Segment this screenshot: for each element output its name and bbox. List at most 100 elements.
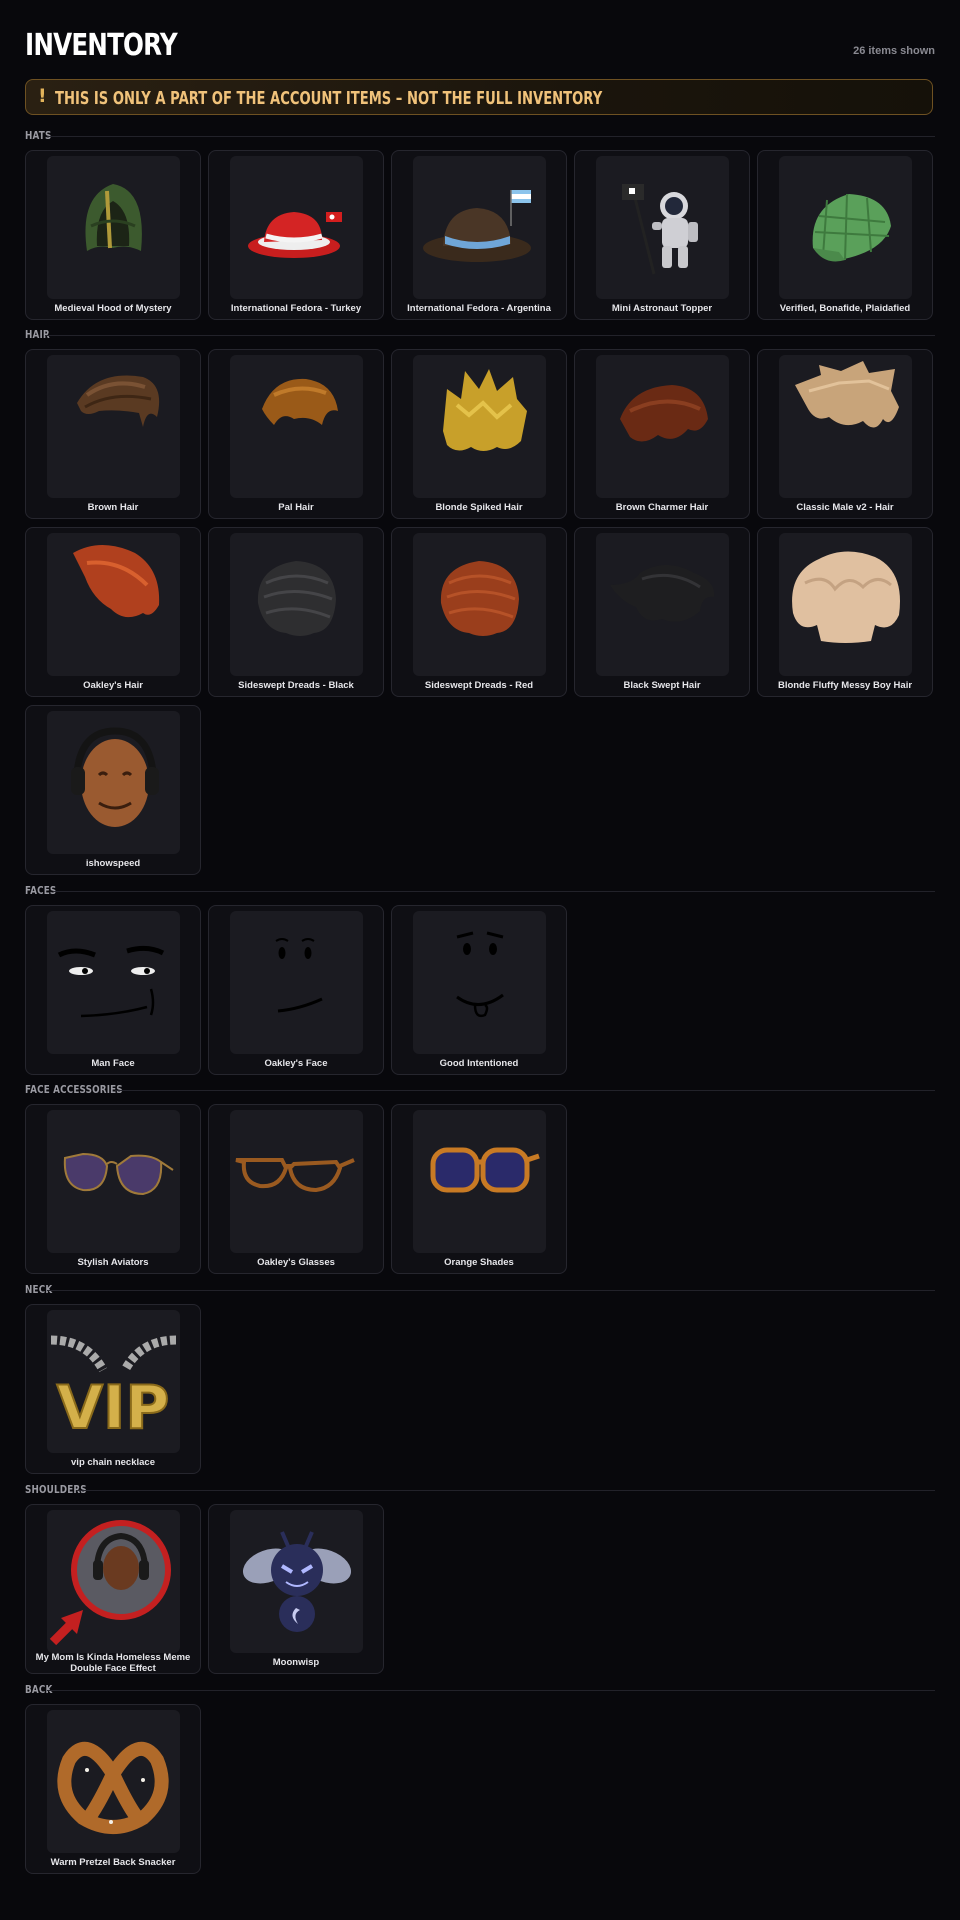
item-name: Sideswept Dreads - Black — [238, 680, 354, 691]
hair-icon — [620, 385, 708, 442]
item-card[interactable]: Brown Hair — [25, 349, 201, 519]
section-divider — [47, 136, 935, 137]
item-card[interactable]: Sideswept Dreads - Red — [391, 527, 567, 697]
item-name: Oakley's Glasses — [257, 1257, 335, 1268]
item-name: International Fedora - Turkey — [230, 303, 362, 314]
item-name: Man Face — [91, 1058, 135, 1069]
hair-icon — [610, 565, 715, 622]
item-card[interactable]: International Fedora - Argentina — [391, 150, 567, 320]
item-card[interactable]: Oakley's Face — [208, 905, 384, 1075]
hood-icon — [85, 184, 142, 251]
item-name: Moonwisp — [272, 1657, 320, 1668]
item-name: Medieval Hood of Mystery — [54, 303, 172, 314]
item-card[interactable]: Warm Pretzel Back Snacker — [25, 1704, 201, 1874]
item-card[interactable]: Good Intentioned — [391, 905, 567, 1075]
item-thumbnail — [230, 156, 363, 299]
item-thumbnail — [47, 156, 180, 299]
item-card[interactable]: Medieval Hood of Mystery — [25, 150, 201, 320]
item-thumbnail — [596, 355, 729, 498]
item-name: ishowspeed — [85, 858, 141, 869]
warning-text: THIS IS ONLY A PART OF THE ACCOUNT ITEMS… — [55, 88, 603, 109]
item-name: Good Intentioned — [439, 1058, 519, 1069]
pretzel-icon — [57, 1741, 169, 1834]
item-name: Sideswept Dreads - Red — [424, 680, 534, 691]
item-thumbnail — [413, 1110, 546, 1253]
item-thumbnail — [230, 1510, 363, 1653]
hair-icon — [440, 561, 519, 636]
head-icon — [71, 727, 159, 827]
item-card[interactable]: Pal Hair — [208, 349, 384, 519]
item-name: Verified, Bonafide, Plaidafied — [779, 303, 911, 314]
item-thumbnail — [47, 1110, 180, 1253]
item-card[interactable]: Oakley's Hair — [25, 527, 201, 697]
item-name: Oakley's Hair — [83, 680, 143, 691]
meme-face-icon — [49, 1520, 171, 1646]
item-name: Brown Charmer Hair — [615, 502, 709, 513]
item-name: Black Swept Hair — [623, 680, 701, 691]
face-icon — [57, 945, 165, 1018]
item-card[interactable]: Mini Astronaut Topper — [574, 150, 750, 320]
fedora-icon — [423, 190, 531, 262]
item-card[interactable]: Black Swept Hair — [574, 527, 750, 697]
item-card[interactable]: International Fedora - Turkey — [208, 150, 384, 320]
svg-text:VIP: VIP — [57, 1373, 170, 1443]
item-card[interactable]: Verified, Bonafide, Plaidafied — [757, 150, 933, 320]
item-name: Classic Male v2 - Hair — [796, 502, 894, 513]
item-thumbnail — [47, 1510, 180, 1653]
item-card[interactable]: VIP vip chain necklace — [25, 1304, 201, 1474]
hair-icon — [795, 361, 899, 428]
moonwisp-icon — [242, 1531, 352, 1632]
hair-icon — [257, 561, 336, 636]
item-thumbnail — [47, 711, 180, 854]
item-thumbnail — [413, 533, 546, 676]
face-icon — [456, 931, 504, 1018]
hair-icon — [77, 375, 160, 427]
item-name: Oakley's Face — [264, 1058, 328, 1069]
section-divider — [53, 891, 935, 892]
item-card[interactable]: Man Face — [25, 905, 201, 1075]
fedora-icon — [248, 212, 342, 258]
section-divider — [45, 335, 935, 336]
item-card[interactable]: Stylish Aviators — [25, 1104, 201, 1274]
item-card[interactable]: Classic Male v2 - Hair — [757, 349, 933, 519]
item-thumbnail — [413, 911, 546, 1054]
item-thumbnail — [779, 355, 912, 498]
item-card[interactable]: Blonde Spiked Hair — [391, 349, 567, 519]
item-name: Blonde Fluffy Messy Boy Hair — [777, 680, 913, 691]
page-title: INVENTORY — [25, 28, 178, 63]
hair-icon — [73, 545, 160, 618]
item-thumbnail — [230, 911, 363, 1054]
item-card[interactable]: My Mom Is Kinda Homeless Meme Double Fac… — [25, 1504, 201, 1674]
item-thumbnail — [230, 533, 363, 676]
item-thumbnail — [413, 355, 546, 498]
item-name: International Fedora - Argentina — [407, 303, 551, 314]
item-thumbnail — [47, 911, 180, 1054]
item-card[interactable]: Oakley's Glasses — [208, 1104, 384, 1274]
item-card[interactable]: Orange Shades — [391, 1104, 567, 1274]
item-name: Blonde Spiked Hair — [435, 502, 523, 513]
shades-icon — [430, 1147, 540, 1193]
header: INVENTORY 26 items shown — [25, 0, 935, 70]
item-card[interactable]: Sideswept Dreads - Black — [208, 527, 384, 697]
item-thumbnail — [47, 1710, 180, 1853]
item-thumbnail — [779, 156, 912, 299]
astronaut-icon — [622, 184, 698, 275]
item-card[interactable]: Brown Charmer Hair — [574, 349, 750, 519]
item-card[interactable]: Blonde Fluffy Messy Boy Hair — [757, 527, 933, 697]
cap-icon — [812, 193, 891, 262]
hair-icon — [443, 369, 527, 451]
hair-icon — [792, 551, 900, 643]
section-divider — [47, 1290, 935, 1291]
aviators-icon — [63, 1152, 174, 1196]
item-thumbnail: VIP — [47, 1310, 180, 1453]
items-count: 26 items shown — [853, 45, 935, 57]
item-name: Pal Hair — [278, 502, 314, 513]
exclamation-icon: ! — [38, 85, 47, 107]
item-thumbnail — [596, 156, 729, 299]
item-name: Mini Astronaut Topper — [611, 303, 713, 314]
item-card[interactable]: Moonwisp — [208, 1504, 384, 1674]
item-thumbnail — [47, 355, 180, 498]
face-icon — [275, 938, 323, 1013]
item-thumbnail — [47, 533, 180, 676]
item-card[interactable]: ishowspeed — [25, 705, 201, 875]
